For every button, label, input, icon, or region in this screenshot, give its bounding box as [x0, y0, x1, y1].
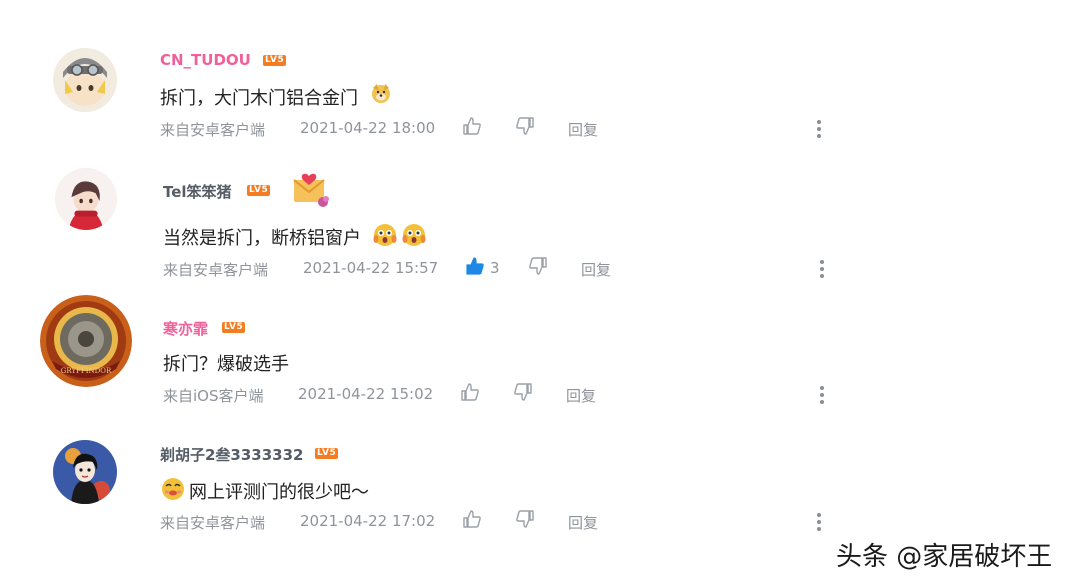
- like-count: 3: [490, 259, 500, 277]
- more-options-icon[interactable]: [819, 260, 825, 278]
- shocked-face-icon: [372, 222, 398, 248]
- reply-button[interactable]: 回复: [568, 512, 598, 533]
- comment-source: 来自安卓客户端: [160, 514, 266, 532]
- comment-text-content: 当然是拆门，断桥铝窗户: [163, 228, 361, 249]
- avatar[interactable]: [55, 168, 117, 230]
- thumbs-down-icon[interactable]: [515, 509, 535, 529]
- comment-source: 来自iOS客户端: [163, 387, 264, 405]
- username[interactable]: Tel笨笨猪: [163, 181, 232, 202]
- username[interactable]: 剃胡子2叁3333332: [160, 444, 304, 465]
- reply-button[interactable]: 回复: [581, 259, 611, 280]
- comment-text-content: 网上评测门的很少吧～: [189, 482, 369, 503]
- comment-time: 2021-04-22 15:57: [303, 259, 439, 277]
- level-badge: LV5: [315, 448, 339, 459]
- username[interactable]: 寒亦霏: [163, 318, 208, 339]
- comment-source: 来自安卓客户端: [160, 121, 266, 139]
- more-options-icon[interactable]: [819, 386, 825, 404]
- reply-button[interactable]: 回复: [568, 119, 598, 140]
- thumbs-up-icon[interactable]: [460, 382, 480, 402]
- level-badge: LV5: [247, 185, 271, 196]
- thumbs-down-icon[interactable]: [513, 382, 533, 402]
- mischievous-face-icon: [160, 476, 186, 502]
- comment-time: 2021-04-22 18:00: [300, 119, 436, 137]
- thumbs-down-icon[interactable]: [528, 256, 548, 276]
- svg-text:GRYFFINDOR: GRYFFINDOR: [61, 367, 112, 375]
- reply-button[interactable]: 回复: [566, 385, 596, 406]
- avatar[interactable]: [53, 440, 117, 504]
- level-badge: LV5: [222, 322, 246, 333]
- love-letter-icon: [291, 170, 331, 210]
- comment-time: 2021-04-22 15:02: [298, 385, 434, 403]
- comment-text: 拆门？爆破选手: [163, 350, 289, 376]
- comment-time: 2021-04-22 17:02: [300, 512, 436, 530]
- comment-text: 网上评测门的很少吧～: [189, 478, 369, 504]
- comment-source: 来自安卓客户端: [163, 261, 269, 279]
- more-options-icon[interactable]: [816, 120, 822, 138]
- more-options-icon[interactable]: [816, 513, 822, 531]
- thumbs-up-icon[interactable]: [462, 509, 482, 529]
- comment-text-content: 拆门？爆破选手: [163, 354, 289, 375]
- thumbs-up-filled-icon[interactable]: [465, 256, 485, 276]
- comment-item: 剃胡子2叁3333332 LV5 网上评测门的很少吧～ 来自安卓客户端 2021…: [0, 0, 1080, 532]
- shocked-face-icon: [401, 222, 427, 248]
- avatar[interactable]: GRYFFINDOR: [40, 295, 132, 387]
- comment-text: 当然是拆门，断桥铝窗户: [163, 224, 361, 250]
- watermark: 头条 @家居破坏王: [836, 542, 1053, 572]
